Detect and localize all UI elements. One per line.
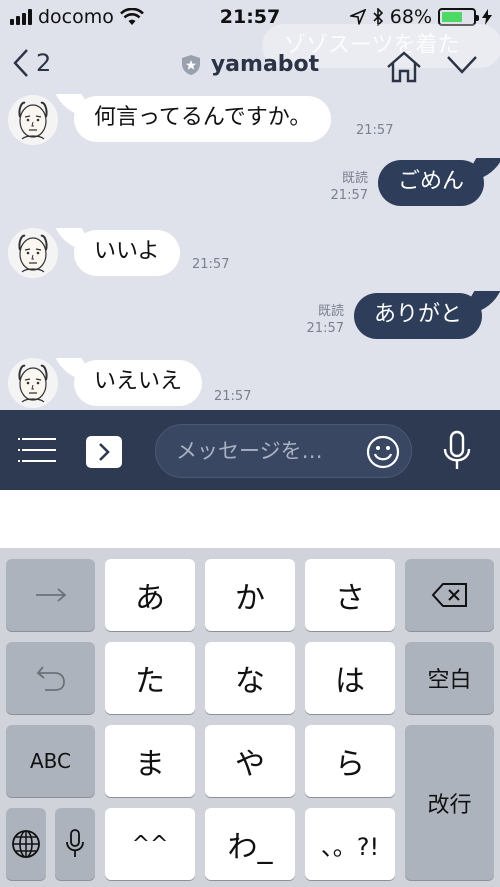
undo-key[interactable] (6, 642, 95, 714)
official-shield-icon (181, 54, 200, 75)
globe-icon (12, 830, 40, 858)
kana-key[interactable]: か (205, 559, 295, 631)
home-icon[interactable] (386, 50, 422, 84)
undo-icon (36, 666, 65, 691)
message-time: 21:57 (214, 389, 252, 404)
backspace-icon (431, 583, 467, 607)
message-time: 21:57 (306, 321, 344, 336)
delete-key[interactable] (405, 559, 494, 631)
message-bubble[interactable]: いえいえ (74, 360, 203, 406)
message-time: 21:57 (356, 123, 394, 138)
punctuation-key[interactable]: 、。?! (305, 808, 395, 880)
message-input-bar (0, 410, 500, 490)
chat-title-label: yamabot (210, 52, 320, 77)
menu-icon[interactable] (18, 436, 56, 464)
chat-area: docomo 21:57 68% ゾゾスーツを着た 2 yamabot 何言って… (0, 0, 500, 410)
read-receipt: 既読 (341, 171, 368, 186)
chevron-right-icon (99, 443, 110, 461)
chat-title: yamabot (0, 52, 500, 77)
avatar-face-icon (8, 95, 58, 145)
kana-key[interactable]: や (205, 725, 295, 797)
avatar-face-icon (8, 358, 58, 408)
avatar[interactable] (8, 358, 58, 408)
kana-key[interactable]: は (305, 642, 395, 714)
kana-key[interactable]: さ (305, 559, 395, 631)
microphone-icon (66, 829, 84, 857)
abc-key[interactable]: ABC (6, 725, 95, 797)
charging-icon (482, 9, 492, 25)
location-icon (349, 9, 366, 25)
return-key[interactable]: 改行 (405, 725, 494, 880)
battery-level (442, 12, 463, 22)
arrow-right-icon (35, 588, 66, 602)
message-bubble[interactable]: いいよ (74, 230, 180, 276)
message-time: 21:57 (330, 188, 368, 203)
kana-key[interactable]: ま (105, 725, 195, 797)
emoticon-key[interactable]: ^^ (105, 808, 195, 880)
avatar-face-icon (8, 228, 58, 278)
next-candidate-key[interactable] (6, 559, 95, 631)
avatar[interactable] (8, 95, 58, 145)
kana-keyboard: あ か さ た な は 空白 ABC ま や ら 改行 ^^ わ_ 、。?! (0, 548, 500, 887)
suggestion-area (0, 490, 500, 548)
avatar[interactable] (8, 228, 58, 278)
message-field[interactable] (155, 424, 412, 478)
dictation-key[interactable] (55, 808, 95, 880)
kana-key[interactable]: わ_ (205, 808, 295, 880)
chat-header: 2 yamabot (0, 44, 500, 90)
message-input[interactable] (176, 435, 356, 467)
kana-key[interactable]: あ (105, 559, 195, 631)
globe-key[interactable] (6, 808, 46, 880)
read-receipt: 既読 (317, 304, 344, 319)
message-time: 21:57 (192, 257, 230, 272)
space-key[interactable]: 空白 (405, 642, 494, 714)
kana-key[interactable]: な (205, 642, 295, 714)
expand-button[interactable] (86, 436, 122, 468)
message-bubble[interactable]: 何言ってるんですか。 (74, 96, 332, 142)
microphone-icon[interactable] (442, 430, 472, 472)
message-bubble[interactable]: ごめん (378, 160, 485, 206)
kana-key[interactable]: ら (305, 725, 395, 797)
emoji-icon[interactable] (365, 434, 401, 470)
kana-key[interactable]: た (105, 642, 195, 714)
message-bubble[interactable]: ありがと (354, 293, 483, 339)
chevron-down-icon[interactable] (446, 54, 478, 76)
